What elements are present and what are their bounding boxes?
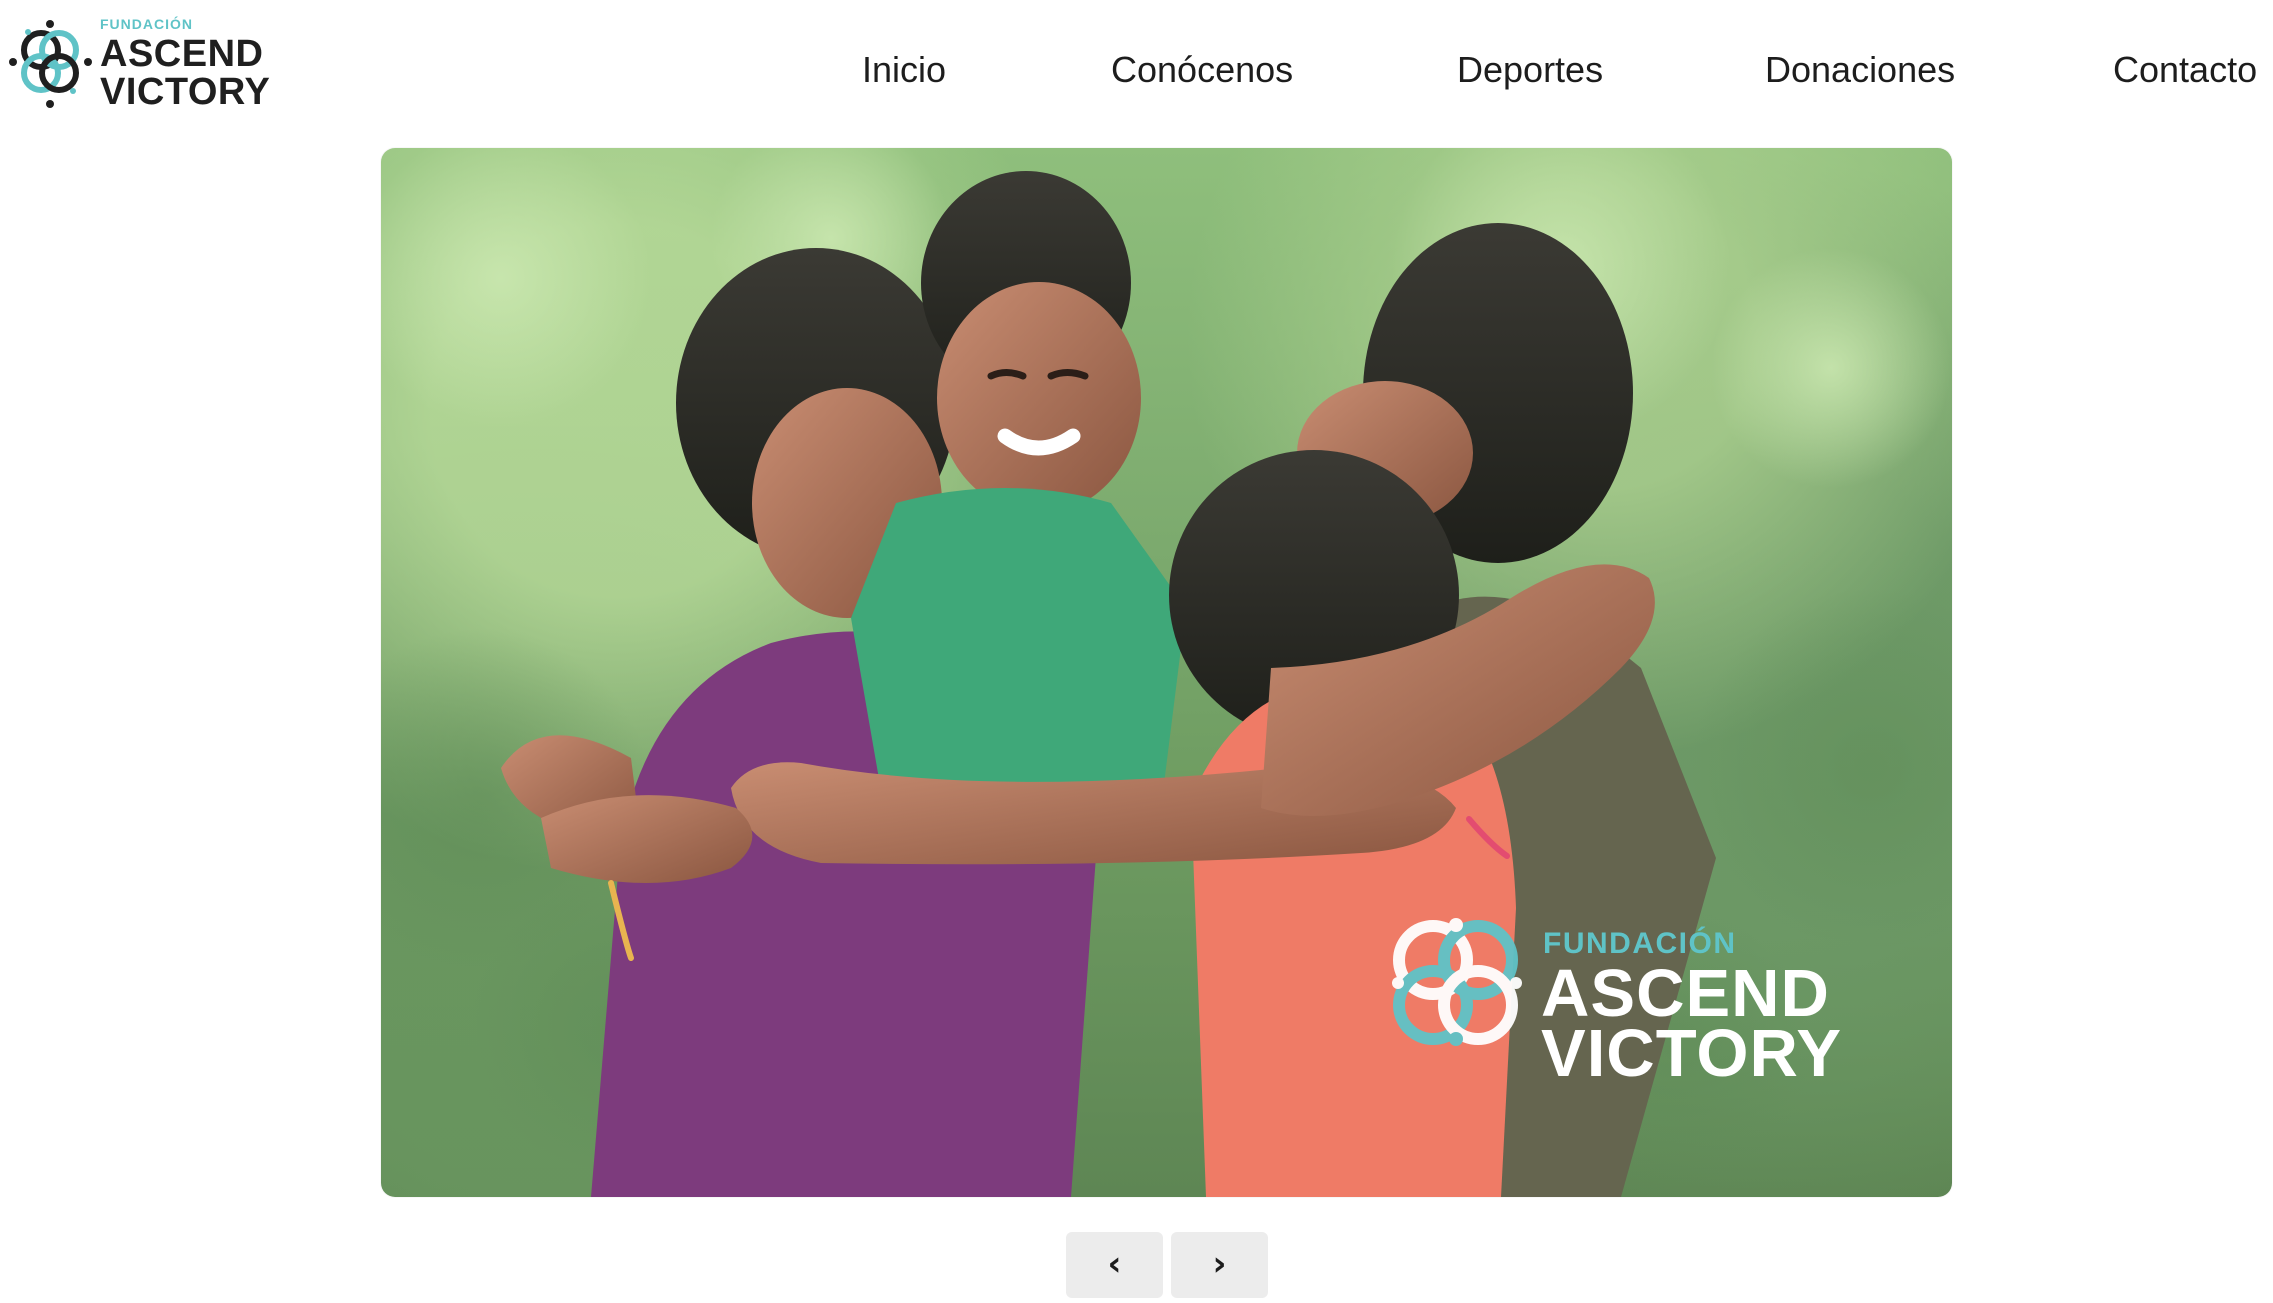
watermark-small-text: FUNDACIÓN [1543,926,1737,960]
carousel-controls: ‹ › [1066,1232,1268,1298]
nav-link-donaciones[interactable]: Donaciones [1765,48,1955,92]
nav-link-inicio[interactable]: Inicio [862,48,946,92]
chevron-left-icon: ‹ [1107,1244,1122,1284]
carousel-next-button[interactable]: › [1171,1232,1268,1298]
carousel-prev-button[interactable]: ‹ [1066,1232,1163,1298]
chevron-right-icon: › [1212,1244,1227,1284]
main-navigation: Inicio Conócenos Deportes Donaciones Con… [0,48,2273,92]
nav-link-deportes[interactable]: Deportes [1457,48,1603,92]
watermark-line-2: VICTORY [1541,1016,1842,1091]
nav-link-conocenos[interactable]: Conócenos [1111,48,1293,92]
logo-small-text: FUNDACIÓN [100,16,193,32]
hero-image: FUNDACIÓN ASCEND VICTORY [381,148,1952,1197]
site-header: FUNDACIÓN ASCEND VICTORY Inicio Conóceno… [0,0,2273,140]
nav-link-contacto[interactable]: Contacto [2113,48,2257,92]
hero-illustration: FUNDACIÓN ASCEND VICTORY [381,148,1952,1197]
